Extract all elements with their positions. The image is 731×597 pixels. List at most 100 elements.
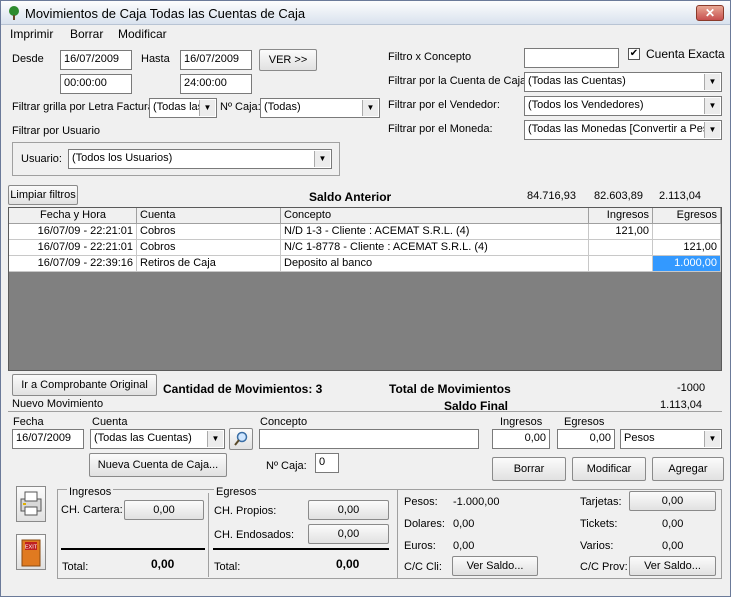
header-label: Fecha y Hora: [40, 209, 107, 221]
ch-endosados-button[interactable]: 0,00: [308, 524, 389, 544]
tarjetas-button[interactable]: 0,00: [629, 491, 716, 511]
ver-button[interactable]: VER >>: [259, 49, 317, 71]
desde-hora-field[interactable]: 00:00:00: [60, 74, 132, 94]
table-cell[interactable]: [589, 240, 653, 256]
desde-field[interactable]: 16/07/2009: [60, 50, 132, 70]
usuario-group-label: Filtrar por Usuario: [12, 125, 101, 137]
saldo-anterior-label: Saldo Anterior: [309, 190, 392, 204]
nueva-cuenta-button[interactable]: Nueva Cuenta de Caja...: [89, 453, 227, 477]
table-cell[interactable]: Cobros: [137, 240, 281, 256]
table-cell[interactable]: Deposito al banco: [281, 256, 589, 272]
total-movimientos-label: Total de Movimientos: [389, 382, 511, 396]
print-button[interactable]: [16, 486, 46, 522]
dolares-value: 0,00: [453, 518, 475, 530]
table-header-concepto[interactable]: Concepto: [281, 208, 589, 224]
agregar-button[interactable]: Agregar: [652, 457, 724, 481]
vendedor-filter-label: Filtrar por el Vendedor:: [388, 99, 500, 111]
ingresos-label: Ingresos: [500, 416, 543, 428]
cc-prov-ver-saldo-button[interactable]: Ver Saldo...: [629, 556, 716, 576]
dolares-label: Dolares:: [404, 518, 445, 530]
table-cell[interactable]: 16/07/09 - 22:21:01: [9, 240, 137, 256]
limpiar-filtros-button[interactable]: Limpiar filtros: [8, 185, 78, 205]
table-cell-selected[interactable]: 1.000,00: [653, 256, 721, 272]
cuenta-filter-label: Filtrar por la Cuenta de Caja:: [388, 75, 530, 87]
concepto-filter-input[interactable]: [524, 48, 619, 68]
table-cell[interactable]: 16/07/09 - 22:21:01: [9, 224, 137, 240]
table-cell[interactable]: N/C 1-8778 - Cliente : ACEMAT S.R.L. (4): [281, 240, 589, 256]
menu-modificar[interactable]: Modificar: [118, 27, 167, 41]
tickets-value: 0,00: [662, 518, 684, 530]
table-cell[interactable]: 16/07/09 - 22:39:16: [9, 256, 137, 272]
hasta-field[interactable]: 16/07/2009: [180, 50, 252, 70]
moneda-filter-label: Filtrar por el Moneda:: [388, 123, 493, 135]
usuario-select[interactable]: (Todos los Usuarios) ▼: [68, 149, 332, 169]
egresos-input[interactable]: 0,00: [557, 429, 615, 449]
caja-input[interactable]: 0: [315, 453, 339, 473]
cuenta-filter-value: (Todas las Cuentas): [528, 75, 626, 87]
letra-value: (Todas las: [153, 101, 204, 113]
concepto-filter-label: Filtro x Concepto: [388, 51, 472, 63]
saldo-anterior-value-1: 84.716,93: [527, 190, 576, 202]
ingresos-total-label: Total:: [62, 561, 89, 573]
moneda-select[interactable]: Pesos ▼: [620, 429, 722, 449]
table-header-ingresos[interactable]: Ingresos: [589, 208, 653, 224]
concepto-label: Concepto: [260, 416, 308, 428]
usuario-label: Usuario:: [21, 153, 62, 165]
cuenta-filter-select[interactable]: (Todas las Cuentas) ▼: [524, 72, 722, 92]
cuenta-exacta-checkbox[interactable]: ✔: [628, 48, 640, 60]
moneda-filter-select[interactable]: (Todas las Monedas [Convertir a Peso ▼: [524, 120, 722, 140]
modificar-button[interactable]: Modificar: [572, 457, 646, 481]
window-title: Movimientos de Caja Todas las Cuentas de…: [25, 6, 306, 21]
divider: [61, 548, 205, 550]
menu-borrar[interactable]: Borrar: [70, 27, 103, 41]
exit-button[interactable]: EXIT: [16, 534, 46, 570]
table-header-egresos[interactable]: Egresos: [653, 208, 721, 224]
tree-icon: [9, 6, 19, 20]
cuenta-exacta-label: Cuenta Exacta: [646, 47, 725, 61]
caja-filter-label: Nº Caja:: [220, 101, 261, 113]
chevron-down-icon: ▼: [314, 151, 330, 167]
ch-cartera-button[interactable]: 0,00: [124, 500, 204, 520]
movements-table[interactable]: Fecha y Hora Cuenta Concepto Ingresos Eg…: [8, 207, 722, 371]
caja-filter-select[interactable]: (Todas) ▼: [260, 98, 380, 118]
ch-propios-button[interactable]: 0,00: [308, 500, 389, 520]
letra-select[interactable]: (Todas las ▼: [149, 98, 217, 118]
varios-label: Varios:: [580, 540, 614, 552]
chevron-down-icon: ▼: [704, 431, 720, 447]
close-button[interactable]: ✕: [696, 5, 724, 21]
table-header-cuenta[interactable]: Cuenta: [137, 208, 281, 224]
desde-label: Desde: [12, 53, 44, 65]
exit-text: EXIT: [25, 545, 38, 551]
table-cell[interactable]: 121,00: [589, 224, 653, 240]
menu-imprimir[interactable]: Imprimir: [10, 27, 53, 41]
table-cell[interactable]: Cobros: [137, 224, 281, 240]
ch-endosados-label: CH. Endosados:: [214, 529, 295, 541]
cc-cli-ver-saldo-button[interactable]: Ver Saldo...: [452, 556, 538, 576]
hasta-hora-field[interactable]: 24:00:00: [180, 74, 252, 94]
ch-cartera-label: CH. Cartera:: [61, 504, 123, 516]
ingresos-input[interactable]: 0,00: [492, 429, 550, 449]
table-cell[interactable]: Retiros de Caja: [137, 256, 281, 272]
varios-value: 0,00: [662, 540, 684, 552]
total-movimientos-value: -1000: [677, 382, 706, 394]
chevron-down-icon: ▼: [704, 74, 720, 90]
vendedor-filter-select[interactable]: (Todos los Vendedores) ▼: [524, 96, 722, 116]
printer-icon: [20, 491, 42, 516]
fecha-field[interactable]: 16/07/2009: [12, 429, 84, 449]
divider: [213, 548, 389, 550]
search-cuenta-button[interactable]: [229, 428, 253, 450]
table-cell[interactable]: [653, 224, 721, 240]
cuenta-select[interactable]: (Todas las Cuentas) ▼: [90, 429, 225, 449]
concepto-input[interactable]: [259, 429, 479, 449]
caja-label: Nº Caja:: [266, 460, 307, 472]
table-header-fecha[interactable]: Fecha y Hora: [9, 208, 137, 224]
table-cell[interactable]: 121,00: [653, 240, 721, 256]
borrar-button[interactable]: Borrar: [492, 457, 566, 481]
ch-propios-label: CH. Propios:: [214, 505, 277, 517]
table-cell[interactable]: N/D 1-3 - Cliente : ACEMAT S.R.L. (4): [281, 224, 589, 240]
ir-comprobante-button[interactable]: Ir a Comprobante Original: [12, 374, 157, 396]
title-bar[interactable]: Movimientos de Caja Todas las Cuentas de…: [1, 1, 730, 25]
saldo-final-value: 1.113,04: [660, 399, 703, 411]
table-cell[interactable]: [589, 256, 653, 272]
tickets-label: Tickets:: [580, 518, 618, 530]
